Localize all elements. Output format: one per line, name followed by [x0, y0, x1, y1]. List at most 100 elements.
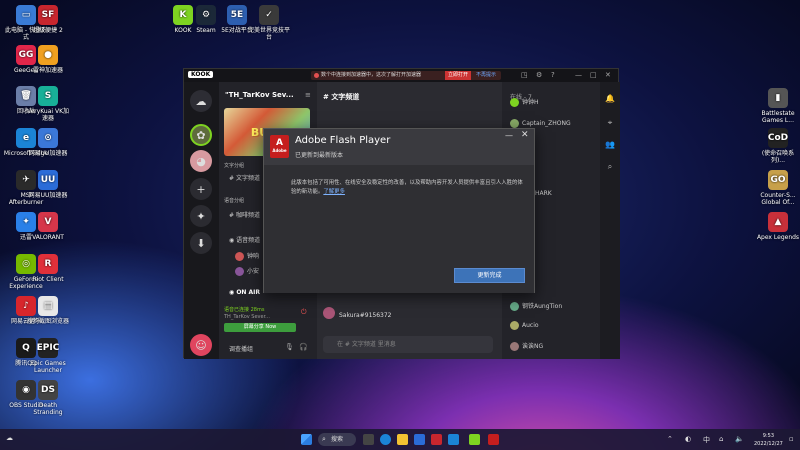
bottom-username: 调查播组 [229, 346, 254, 353]
ghost-icon[interactable]: ◳ [521, 71, 528, 79]
app-icon: ▤ [38, 296, 58, 316]
app-icon: R [38, 254, 58, 274]
desktop-icon-top-3[interactable]: ✓ 完美世界竞技平台 [246, 5, 292, 41]
desktop-icon-left-17[interactable]: EPIC Epic Games Launcher [25, 338, 71, 374]
message-avatar[interactable] [323, 307, 335, 319]
app-icon: UU [38, 170, 58, 190]
desktop-icon-left-7[interactable]: ⊙ 网易UU加速器 [25, 128, 71, 157]
member-item[interactable]: 诶诶NG [510, 341, 543, 351]
learn-more-link[interactable]: 了解更多 [323, 189, 345, 195]
app-icon[interactable] [431, 434, 442, 445]
category-voice[interactable]: 语音分组 [224, 197, 244, 204]
minimize-icon[interactable]: — [575, 71, 582, 79]
dialog-minimize-button[interactable]: — [505, 131, 513, 140]
members-icon[interactable]: 👥 [605, 140, 615, 150]
desktop-icon-label: 搜狗截图浏览器 [26, 318, 69, 325]
voice-status: 语音已连接 28ms [224, 307, 265, 313]
desktop-icon-left-9[interactable]: UU 网易UU加速器 [25, 170, 71, 199]
app-icon: GO [768, 170, 788, 190]
desktop-icon-left-15[interactable]: ▤ 搜狗截图浏览器 [25, 296, 71, 325]
member-item[interactable]: Aucio [510, 321, 539, 330]
desktop-icon-right-1[interactable]: CoD (使命召唤系列)... [755, 128, 800, 164]
taskbar-search[interactable]: ⌕ 搜索 [318, 433, 356, 446]
desktop-icon-right-2[interactable]: GO Counter-S... Global Of... [755, 170, 800, 206]
bell-icon[interactable]: 🔔 [605, 94, 615, 104]
weather-icon[interactable]: ☁ [6, 434, 13, 442]
desktop-icon-label: 完美世界竞技平台 [247, 27, 290, 41]
download-icon[interactable]: ⬇ [190, 232, 212, 254]
channel-coffee[interactable]: # 咖啡频道 [229, 210, 260, 219]
server-tarkov-icon[interactable]: ✿ [190, 124, 212, 146]
task-view-icon[interactable] [363, 434, 374, 445]
app-icon: ▲ [768, 212, 788, 232]
language-indicator[interactable]: 中 [703, 435, 710, 445]
desktop-icon-label: Epic Games Launcher [30, 360, 66, 374]
dialog-close-button[interactable]: ✕ [521, 130, 529, 140]
desktop-icon-left-19[interactable]: DS Death Stranding [25, 380, 71, 416]
server-avatar-icon[interactable]: ◕ [190, 150, 212, 172]
maximize-icon[interactable]: □ [590, 71, 597, 79]
kook-taskbar-icon[interactable] [469, 434, 480, 445]
flash-taskbar-icon[interactable] [488, 434, 499, 445]
update-complete-button[interactable]: 更新完成 [454, 268, 525, 283]
pin-icon[interactable]: ⌖ [605, 118, 615, 128]
desktop-icon-left-1[interactable]: SF 超级便捷 2 [25, 5, 71, 34]
member-item[interactable]: Captain_ZHONG [510, 119, 571, 128]
desktop-icon-right-3[interactable]: ▲ Apex Legends [755, 212, 800, 241]
network-icon[interactable]: ⌂ [719, 435, 723, 443]
member-item[interactable]: 钟钟H [510, 97, 539, 107]
settings-icon[interactable]: ⚙ [536, 71, 542, 79]
chat-input-placeholder: 在 # 文字频道 里消息 [337, 341, 396, 348]
add-server-icon[interactable]: + [190, 178, 212, 200]
clock[interactable]: 9:53 2022/12/27 [754, 432, 783, 448]
desktop-icon-label: Battlestate Games L... [761, 110, 795, 124]
search-icon[interactable]: ⌕ [605, 162, 615, 172]
tray-chevron-icon[interactable]: ⌃ [667, 435, 673, 443]
mic-icon[interactable]: 🎙 [285, 343, 294, 351]
chat-input[interactable]: 在 # 文字频道 里消息 [323, 336, 493, 353]
explorer-icon[interactable] [397, 434, 408, 445]
category-text[interactable]: 文字分组 [224, 162, 244, 169]
member-item[interactable]: 钢铁AungTion [510, 301, 562, 311]
desktop-icon-left-13[interactable]: R Riot Client [25, 254, 71, 283]
desktop-icon-left-11[interactable]: V VALORANT [25, 212, 71, 241]
headset-icon[interactable]: 🎧 [299, 343, 308, 351]
app-icon: ✓ [259, 5, 279, 25]
dont-show-again-link[interactable]: 不再提示 [476, 71, 496, 80]
app-icon: 5E [227, 5, 247, 25]
desktop-icon-left-5[interactable]: S VeryKuai VK加速器 [25, 86, 71, 122]
disconnect-icon[interactable]: ⏻ [301, 308, 307, 317]
warning-icon [314, 73, 319, 78]
voice-user-2: 小安 [235, 266, 259, 276]
on-air-channel[interactable]: ◉ ON AIR [229, 289, 260, 296]
voice-channel-head[interactable]: ◉ 语音频道 [229, 235, 260, 244]
home-icon[interactable]: ☁ [190, 90, 212, 112]
desktop-icon-label: Counter-S... Global Of... [760, 192, 796, 206]
open-accelerator-button[interactable]: 立即打开 [445, 71, 472, 80]
channel-text[interactable]: # 文字频道 [229, 173, 260, 182]
edge-icon[interactable] [380, 434, 391, 445]
store-icon[interactable] [414, 434, 425, 445]
member-name: 诶诶NG [522, 343, 544, 350]
discover-icon[interactable]: ✦ [190, 205, 212, 227]
server-name[interactable]: "TH_TarKov Sev... [225, 91, 294, 99]
title-bar: KOOK 数个中连接到加速器中，这次了解打开加速器 立即打开 不再提示 ◳ ⚙ … [184, 69, 618, 82]
volume-icon[interactable]: 🔈 [735, 435, 744, 443]
desktop-icon-right-0[interactable]: ▮ Battlestate Games L... [755, 88, 800, 124]
help-icon[interactable]: ? [551, 71, 555, 79]
app-icon: S [38, 86, 58, 106]
mail-icon[interactable] [448, 434, 459, 445]
adobe-logo-icon: A Adobe [270, 135, 289, 158]
start-icon[interactable] [301, 434, 312, 445]
message-user[interactable]: Sakura#9156372 [339, 312, 391, 319]
user-avatar[interactable]: ☺ [190, 334, 212, 356]
screen-share-button[interactable]: 屏幕分享 Now [224, 323, 296, 332]
chat-header: # 文字频道 [323, 93, 360, 101]
menu-icon[interactable]: ≡ [305, 91, 311, 99]
clock-time: 9:53 [762, 433, 775, 439]
app-logo: KOOK [188, 71, 214, 78]
tray-app-icon[interactable]: ◐ [685, 435, 691, 443]
close-icon[interactable]: ✕ [605, 71, 611, 79]
desktop-icon-left-3[interactable]: ● 雷神加速器 [25, 45, 71, 74]
notification-icon[interactable]: ▫ [789, 435, 794, 443]
